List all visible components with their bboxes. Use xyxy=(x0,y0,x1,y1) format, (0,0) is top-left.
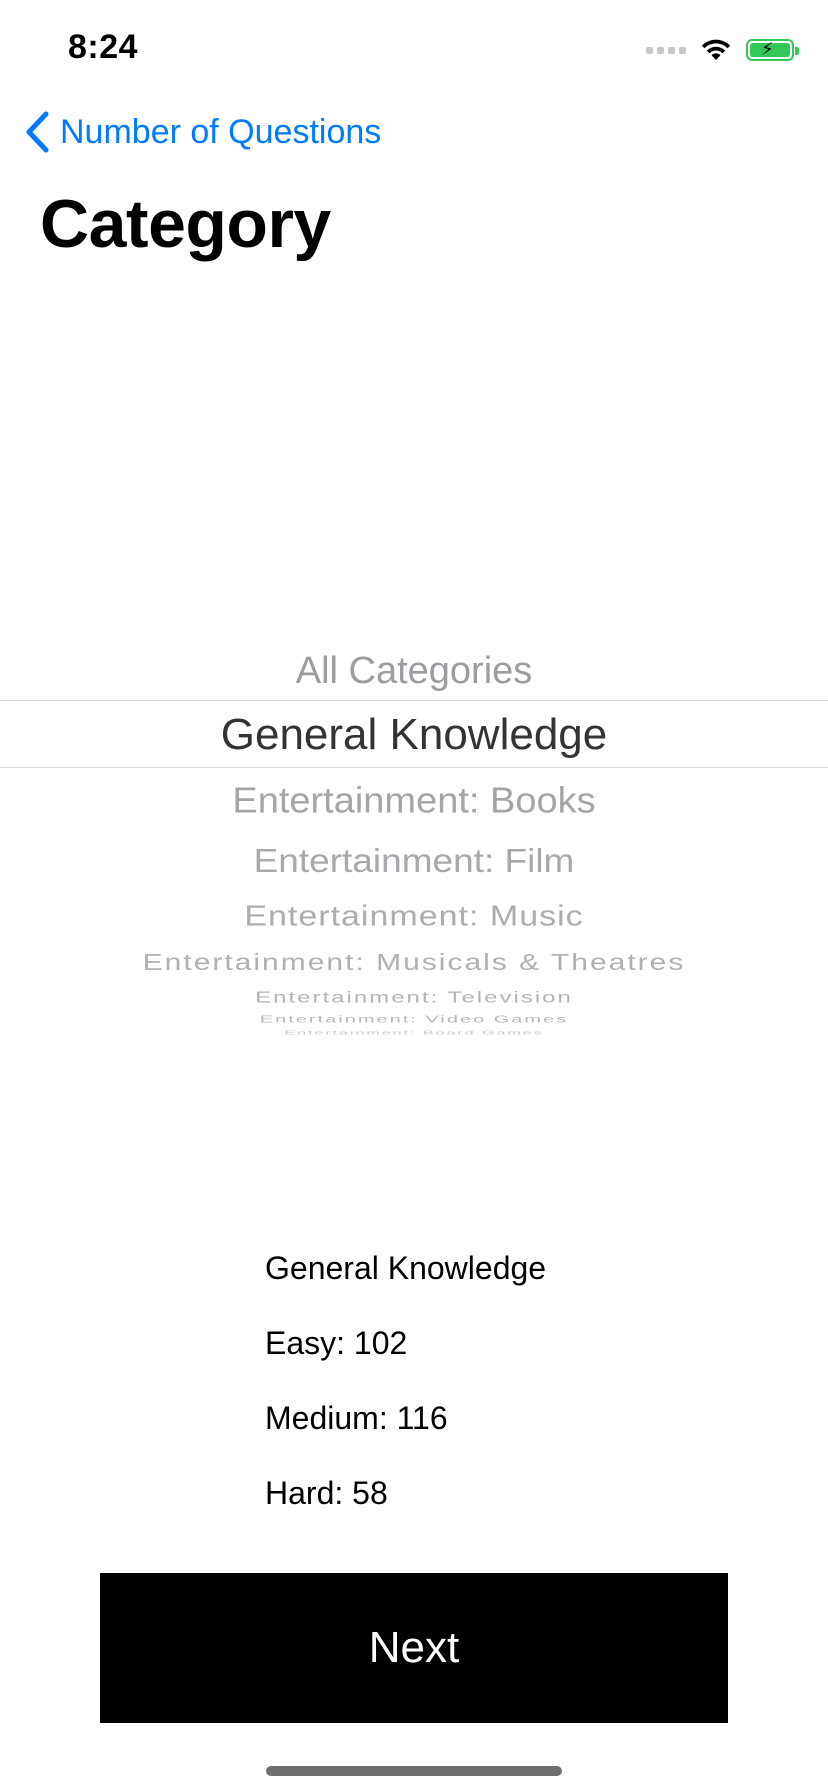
picker-item[interactable]: Entertainment: Board Games xyxy=(0,1030,828,1036)
chevron-left-icon xyxy=(26,111,49,153)
picker-item[interactable]: Entertainment: Television xyxy=(0,989,828,1007)
battery-charging-icon: ⚡ xyxy=(746,39,799,61)
picker-item[interactable]: Entertainment: Music xyxy=(0,900,828,933)
wifi-icon xyxy=(701,39,731,60)
back-button-label: Number of Questions xyxy=(60,112,382,151)
info-easy-count: Easy: 102 xyxy=(265,1325,408,1361)
home-indicator[interactable] xyxy=(266,1766,562,1776)
category-picker[interactable]: All Categories General Knowledge Enterta… xyxy=(0,630,828,1050)
status-icons: ⚡ xyxy=(646,36,799,64)
category-info: General Knowledge Easy: 102 Medium: 116 … xyxy=(265,1248,546,1548)
status-bar: 8:24 ⚡ xyxy=(0,0,828,100)
info-hard-count: Hard: 58 xyxy=(265,1475,388,1511)
signal-icon xyxy=(646,46,686,54)
screen: 8:24 ⚡ Number of Questions Category All … xyxy=(0,0,828,1792)
picker-item[interactable]: Entertainment: Film xyxy=(0,842,828,880)
back-button[interactable]: Number of Questions xyxy=(24,106,381,158)
picker-item[interactable]: Entertainment: Musicals & Theatres xyxy=(0,950,828,977)
picker-item[interactable]: Entertainment: Books xyxy=(0,781,828,822)
page-title: Category xyxy=(40,186,331,262)
picker-item[interactable]: Entertainment: Video Games xyxy=(0,1014,828,1026)
status-time: 8:24 xyxy=(68,28,139,66)
info-category: General Knowledge xyxy=(265,1250,547,1286)
info-medium-count: Medium: 116 xyxy=(265,1400,448,1436)
picker-item[interactable]: All Categories xyxy=(0,650,828,693)
picker-item-selected[interactable]: General Knowledge xyxy=(0,710,828,760)
next-button[interactable]: Next xyxy=(100,1573,728,1723)
